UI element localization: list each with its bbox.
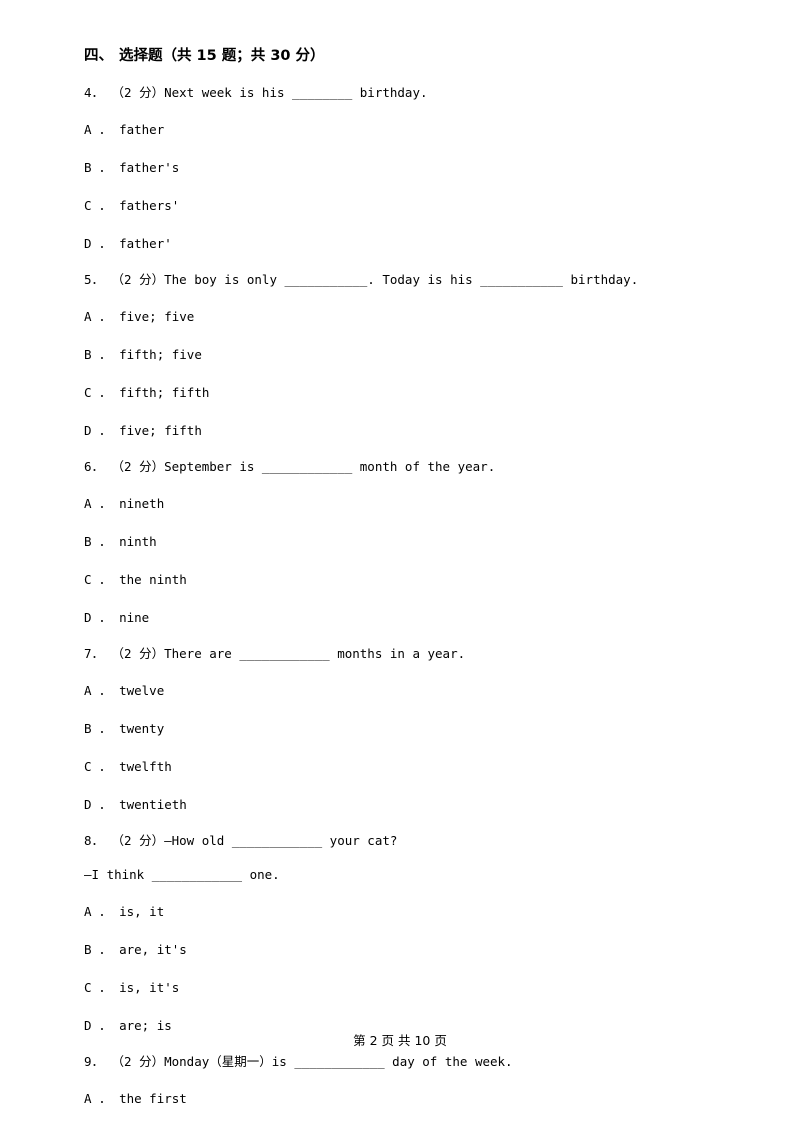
question-option[interactable]: A ． the first <box>84 1088 724 1107</box>
question-block: 4． （2 分）Next week is his ________ birthd… <box>84 85 724 252</box>
question-block: 9． （2 分）Monday（星期一）is ____________ day o… <box>84 1054 724 1107</box>
page-content: 四、 选择题（共 15 题；共 30 分） 4． （2 分）Next week i… <box>84 44 724 1107</box>
question-stem-text: 9． （2 分）Monday（星期一）is ____________ day o… <box>84 1054 513 1069</box>
question-option[interactable]: D ． father' <box>84 233 724 252</box>
question-option[interactable]: D ． five; fifth <box>84 420 724 439</box>
question-stem: 9． （2 分）Monday（星期一）is ____________ day o… <box>84 1054 724 1069</box>
page-footer: 第 2 页 共 10 页 <box>0 1030 800 1049</box>
section-heading: 四、 选择题（共 15 题；共 30 分） <box>84 44 724 65</box>
question-option[interactable]: A ． five; five <box>84 306 724 325</box>
question-option[interactable]: C ． fathers' <box>84 195 724 214</box>
section-title-text: 选择题（共 15 题；共 30 分） <box>119 48 325 64</box>
question-option[interactable]: C ． twelfth <box>84 756 724 775</box>
question-option[interactable]: D ． twentieth <box>84 794 724 813</box>
question-block: 6． （2 分）September is ____________ month … <box>84 459 724 626</box>
question-option[interactable]: C ． the ninth <box>84 569 724 588</box>
section-number: 四、 <box>84 48 113 64</box>
question-option[interactable]: D ． nine <box>84 607 724 626</box>
question-stem: 7． （2 分）There are ____________ months in… <box>84 646 466 661</box>
question-option[interactable]: A ． is, it <box>84 901 724 920</box>
document-page: 四、 选择题（共 15 题；共 30 分） 4． （2 分）Next week i… <box>0 0 800 1132</box>
question-option[interactable]: A ． twelve <box>84 680 724 699</box>
question-stem: 4． （2 分）Next week is his ________ birthd… <box>84 85 428 100</box>
question-stem: 6． （2 分）September is ____________ month … <box>84 459 496 474</box>
question-block: 5． （2 分）The boy is only ___________. Tod… <box>84 272 724 439</box>
question-stem-continuation: —I think ____________ one. <box>84 867 280 882</box>
question-block: 8． （2 分）—How old ____________ your cat? … <box>84 833 724 1034</box>
question-option[interactable]: A ． father <box>84 119 724 138</box>
question-option[interactable]: B ． ninth <box>84 531 724 550</box>
question-stem: 8． （2 分）—How old ____________ your cat? <box>84 833 398 848</box>
question-block: 7． （2 分）There are ____________ months in… <box>84 646 724 813</box>
question-option[interactable]: B ． fifth; five <box>84 344 724 363</box>
question-option[interactable]: B ． are, it's <box>84 939 724 958</box>
question-stem: 5． （2 分）The boy is only ___________. Tod… <box>84 272 639 287</box>
question-option[interactable]: C ． fifth; fifth <box>84 382 724 401</box>
question-option[interactable]: B ． twenty <box>84 718 724 737</box>
page-number: 第 2 页 共 10 页 <box>353 1033 447 1048</box>
question-option[interactable]: A ． nineth <box>84 493 724 512</box>
question-option[interactable]: C ． is, it's <box>84 977 724 996</box>
question-option[interactable]: B ． father's <box>84 157 724 176</box>
